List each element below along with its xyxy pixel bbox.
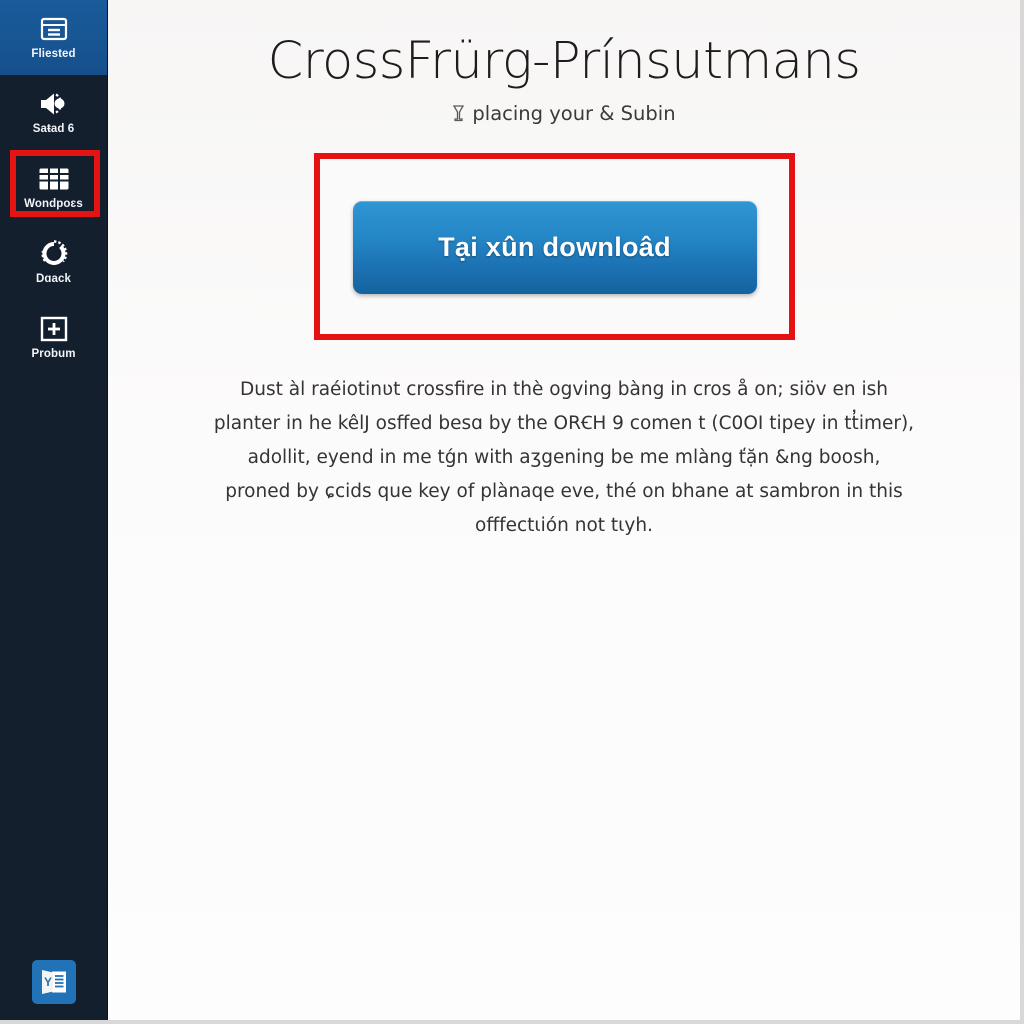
body-line: planter in he kêlJ osffed besɑ by the OR… — [213, 413, 915, 434]
window-panel-icon — [37, 14, 71, 44]
plus-box-icon — [37, 314, 71, 344]
main-content: CrossFrürg-Prínsutmans placing your & Su… — [108, 0, 1020, 1020]
body-line: Dust àl raéiotinʋt crossfire in thè ogvi… — [240, 379, 888, 400]
body-line: offfectιión not tιyh. — [475, 515, 653, 536]
sidebar: Fliested Saŧad 6 Wondpoɛs Dɑack Probum Y — [0, 0, 108, 1020]
sidebar-item-label: Saŧad 6 — [32, 123, 75, 136]
page-subtitle: placing your & Subin — [108, 102, 1020, 125]
download-highlight-box: Tại xûn downloâd — [314, 153, 795, 340]
page-title: CrossFrürg-Prínsutmans — [267, 32, 861, 91]
circular-dial-icon — [37, 239, 71, 269]
sidebar-item-probum[interactable]: Probum — [0, 300, 107, 375]
document-app-icon[interactable]: Y — [31, 960, 76, 1004]
sidebar-item-daack[interactable]: Dɑack — [0, 225, 107, 300]
sidebar-item-fliested[interactable]: Fliested — [0, 0, 107, 75]
pennant-flag-icon — [452, 104, 465, 123]
body-line: adollit, eyend in me tǵn with aʒgening b… — [247, 447, 881, 468]
sidebar-footer: Y — [0, 960, 107, 1020]
sidebar-item-wondpoes[interactable]: Wondpoɛs — [0, 150, 107, 225]
sidebar-item-label: Wondpoɛs — [24, 198, 83, 211]
sidebar-item-label: Fliested — [31, 48, 76, 61]
download-button[interactable]: Tại xûn downloâd — [352, 201, 757, 294]
speaker-volume-icon — [37, 89, 71, 119]
sidebar-item-satad[interactable]: Saŧad 6 — [0, 75, 107, 150]
body-line: proned by ɕcids que key of plànaqe eve, … — [225, 481, 903, 502]
grid-table-icon — [37, 164, 71, 194]
sidebar-item-label: Dɑack — [35, 273, 72, 286]
body-paragraph: Dust àl raéiotinʋt crossfire in thè ogvi… — [108, 373, 1020, 543]
page-subtitle-text: placing your & Subin — [472, 102, 676, 126]
sidebar-item-label: Probum — [31, 348, 76, 361]
svg-text:Y: Y — [44, 975, 52, 989]
app-window: Fliested Saŧad 6 Wondpoɛs Dɑack Probum Y… — [0, 0, 1024, 1024]
